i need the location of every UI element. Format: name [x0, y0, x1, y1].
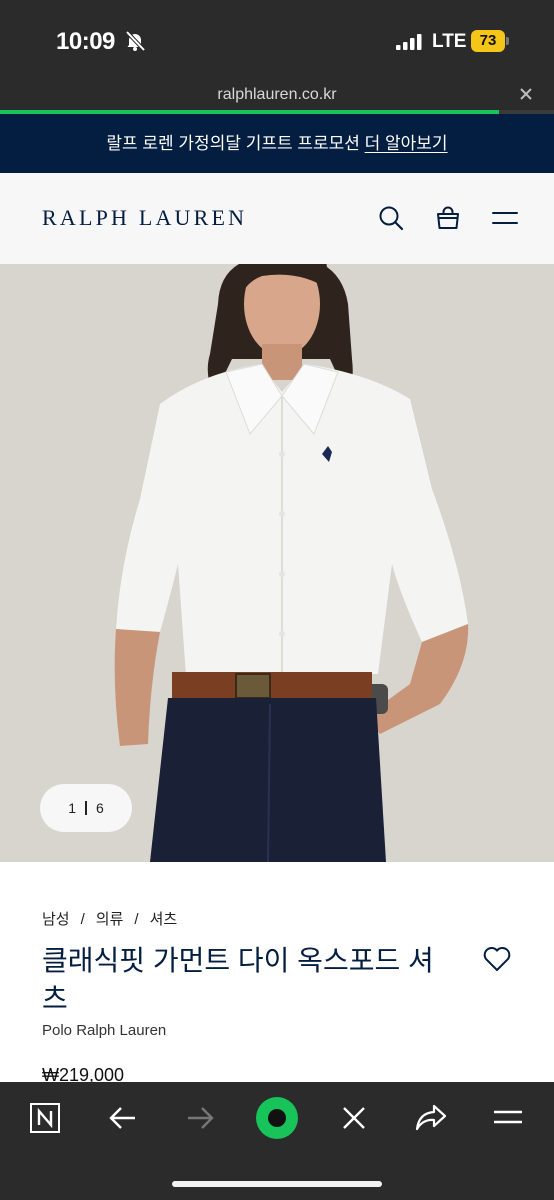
shopping-bag-icon[interactable]	[434, 204, 462, 232]
product-title: 클래식핏 가먼트 다이 옥스포드 셔츠	[42, 945, 434, 1014]
product-photo-illustration	[0, 264, 554, 862]
search-icon[interactable]	[377, 204, 405, 232]
naver-n-icon[interactable]	[27, 1100, 63, 1136]
breadcrumb: 남성 / 의류 / 셔츠	[42, 908, 177, 929]
product-brand: Polo Ralph Lauren	[42, 1022, 167, 1039]
product-info: 남성 / 의류 / 셔츠 클래식핏 가먼트 다이 옥스포드 셔츠 Polo Ralph …	[0, 862, 554, 1085]
pager-current: 1	[68, 800, 76, 816]
naver-green-dot-icon[interactable]	[254, 1095, 300, 1141]
close-x-icon[interactable]	[336, 1100, 372, 1136]
battery-icon: 73	[471, 30, 509, 52]
silent-bell-icon	[125, 30, 146, 52]
forward-arrow-icon[interactable]	[182, 1100, 218, 1136]
breadcrumb-item[interactable]: 의류	[96, 911, 124, 928]
share-arrow-icon[interactable]	[413, 1100, 449, 1136]
close-icon[interactable]	[518, 86, 534, 102]
promo-banner: 랄프 로렌 가정의달 기프트 프로모션 더 알아보기	[0, 114, 554, 173]
pager-total: 6	[96, 800, 104, 816]
breadcrumb-item[interactable]: 셔츠	[150, 911, 178, 928]
promo-text: 랄프 로렌 가정의달 기프트 프로모션	[106, 134, 360, 153]
back-arrow-icon[interactable]	[105, 1100, 141, 1136]
breadcrumb-item[interactable]: 남성	[42, 911, 70, 928]
image-pager: 1 6	[40, 784, 132, 832]
pager-divider	[85, 801, 87, 815]
cellular-signal-icon	[396, 34, 422, 50]
browser-address-bar: ralphlauren.co.kr	[0, 84, 554, 114]
url-text[interactable]: ralphlauren.co.kr	[0, 84, 554, 106]
menu-icon[interactable]	[491, 204, 519, 232]
breadcrumb-separator: /	[134, 911, 139, 928]
network-type: LTE	[432, 31, 467, 52]
ralph-lauren-logo[interactable]: RALPH LAUREN	[42, 205, 247, 231]
status-time: 10:09	[56, 28, 115, 55]
hamburger-menu-icon[interactable]	[490, 1100, 526, 1136]
home-indicator	[172, 1181, 382, 1187]
site-header: RALPH LAUREN	[0, 173, 554, 264]
status-bar: 10:09 LTE 73	[0, 0, 554, 84]
heart-icon[interactable]	[482, 944, 512, 974]
product-image[interactable]: 1 6	[0, 264, 554, 862]
battery-level: 73	[471, 30, 505, 52]
promo-learn-more-link[interactable]: 더 알아보기	[365, 134, 448, 153]
breadcrumb-separator: /	[80, 911, 85, 928]
